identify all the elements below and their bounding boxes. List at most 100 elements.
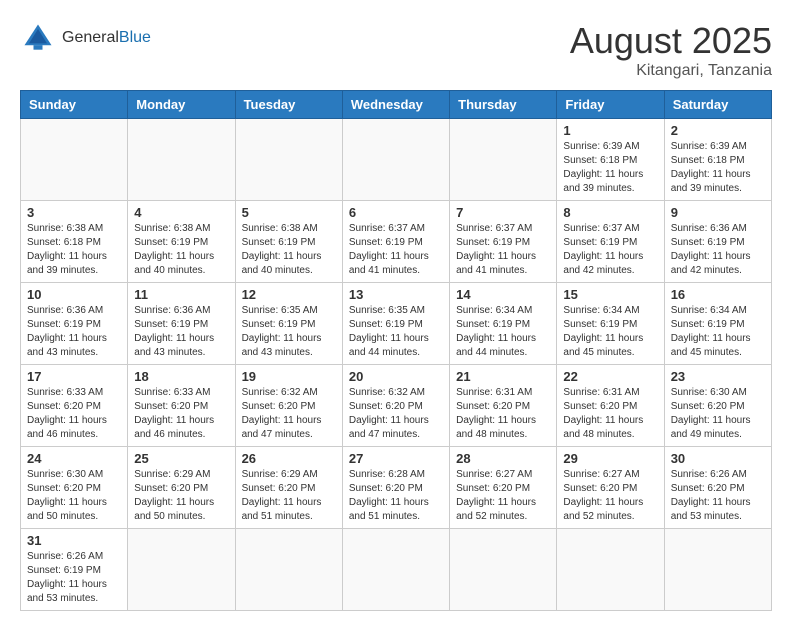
calendar-body: 1 Sunrise: 6:39 AMSunset: 6:18 PMDaylight… xyxy=(21,119,772,611)
day-info: Sunrise: 6:39 AMSunset: 6:18 PMDaylight:… xyxy=(671,140,765,196)
day-number: 22 xyxy=(563,369,657,384)
calendar-cell xyxy=(128,529,235,611)
calendar-cell: 28Sunrise: 6:27 AMSunset: 6:20 PMDayligh… xyxy=(450,447,557,529)
day-info: Sunrise: 6:27 AMSunset: 6:20 PMDaylight:… xyxy=(456,468,550,524)
day-number: 23 xyxy=(671,369,765,384)
day-info: Sunrise: 6:32 AMSunset: 6:20 PMDaylight:… xyxy=(349,386,443,442)
calendar-cell: 21 Sunrise: 6:31 AMSunset: 6:20 PMDayligh… xyxy=(450,365,557,447)
day-info: Sunrise: 6:34 AMSunset: 6:19 PMDaylight:… xyxy=(456,304,550,360)
day-number: 20 xyxy=(349,369,443,384)
calendar-cell: 8Sunrise: 6:37 AMSunset: 6:19 PMDaylight… xyxy=(557,201,664,283)
day-info: Sunrise: 6:36 AMSunset: 6:19 PMDaylight:… xyxy=(671,222,765,278)
logo-text: GeneralBlue xyxy=(62,29,151,47)
calendar-table: SundayMondayTuesdayWednesdayThursdayFrid… xyxy=(20,90,772,611)
calendar-cell: 7Sunrise: 6:37 AMSunset: 6:19 PMDaylight… xyxy=(450,201,557,283)
day-info: Sunrise: 6:27 AMSunset: 6:20 PMDaylight:… xyxy=(563,468,657,524)
calendar-header: SundayMondayTuesdayWednesdayThursdayFrid… xyxy=(21,91,772,119)
calendar-cell: 23 Sunrise: 6:30 AMSunset: 6:20 PMDayligh… xyxy=(664,365,771,447)
day-number: 21 xyxy=(456,369,550,384)
day-info: Sunrise: 6:30 AMSunset: 6:20 PMDaylight:… xyxy=(27,468,121,524)
day-info: Sunrise: 6:26 AMSunset: 6:19 PMDaylight:… xyxy=(27,550,121,606)
logo-general-text: General xyxy=(62,29,119,46)
calendar-cell: 6Sunrise: 6:37 AMSunset: 6:19 PMDaylight… xyxy=(342,201,449,283)
calendar-week-row: 3 Sunrise: 6:38 AMSunset: 6:18 PMDaylight… xyxy=(21,201,772,283)
day-number: 12 xyxy=(242,287,336,302)
calendar-cell xyxy=(450,529,557,611)
calendar-cell: 13 Sunrise: 6:35 AMSunset: 6:19 PMDayligh… xyxy=(342,283,449,365)
calendar-week-row: 31 Sunrise: 6:26 AMSunset: 6:19 PMDayligh… xyxy=(21,529,772,611)
calendar-cell: 5Sunrise: 6:38 AMSunset: 6:19 PMDaylight… xyxy=(235,201,342,283)
calendar-cell: 1 Sunrise: 6:39 AMSunset: 6:18 PMDaylight… xyxy=(557,119,664,201)
day-info: Sunrise: 6:32 AMSunset: 6:20 PMDaylight:… xyxy=(242,386,336,442)
day-info: Sunrise: 6:33 AMSunset: 6:20 PMDaylight:… xyxy=(27,386,121,442)
day-info: Sunrise: 6:38 AMSunset: 6:18 PMDaylight:… xyxy=(27,222,121,278)
logo-blue-text: Blue xyxy=(119,29,151,46)
title-block: August 2025 Kitangari, Tanzania xyxy=(570,20,772,80)
calendar-cell: 15Sunrise: 6:34 AMSunset: 6:19 PMDayligh… xyxy=(557,283,664,365)
calendar-cell: 18Sunrise: 6:33 AMSunset: 6:20 PMDayligh… xyxy=(128,365,235,447)
day-number: 13 xyxy=(349,287,443,302)
day-number: 6 xyxy=(349,205,443,220)
day-number: 1 xyxy=(563,123,657,138)
month-title: August 2025 xyxy=(570,20,772,62)
day-info: Sunrise: 6:34 AMSunset: 6:19 PMDaylight:… xyxy=(671,304,765,360)
day-info: Sunrise: 6:31 AMSunset: 6:20 PMDaylight:… xyxy=(456,386,550,442)
day-info: Sunrise: 6:30 AMSunset: 6:20 PMDaylight:… xyxy=(671,386,765,442)
day-number: 25 xyxy=(134,451,228,466)
day-info: Sunrise: 6:36 AMSunset: 6:19 PMDaylight:… xyxy=(134,304,228,360)
day-number: 11 xyxy=(134,287,228,302)
calendar-cell: 27 Sunrise: 6:28 AMSunset: 6:20 PMDayligh… xyxy=(342,447,449,529)
day-number: 3 xyxy=(27,205,121,220)
weekday-header-tuesday: Tuesday xyxy=(235,91,342,119)
calendar-cell xyxy=(664,529,771,611)
day-info: Sunrise: 6:26 AMSunset: 6:20 PMDaylight:… xyxy=(671,468,765,524)
calendar-cell xyxy=(450,119,557,201)
day-number: 4 xyxy=(134,205,228,220)
weekday-header-sunday: Sunday xyxy=(21,91,128,119)
day-info: Sunrise: 6:34 AMSunset: 6:19 PMDaylight:… xyxy=(563,304,657,360)
day-info: Sunrise: 6:37 AMSunset: 6:19 PMDaylight:… xyxy=(456,222,550,278)
day-number: 17 xyxy=(27,369,121,384)
day-info: Sunrise: 6:31 AMSunset: 6:20 PMDaylight:… xyxy=(563,386,657,442)
day-info: Sunrise: 6:38 AMSunset: 6:19 PMDaylight:… xyxy=(242,222,336,278)
day-number: 10 xyxy=(27,287,121,302)
calendar-cell: 24 Sunrise: 6:30 AMSunset: 6:20 PMDayligh… xyxy=(21,447,128,529)
day-info: Sunrise: 6:28 AMSunset: 6:20 PMDaylight:… xyxy=(349,468,443,524)
day-info: Sunrise: 6:36 AMSunset: 6:19 PMDaylight:… xyxy=(27,304,121,360)
day-info: Sunrise: 6:33 AMSunset: 6:20 PMDaylight:… xyxy=(134,386,228,442)
day-info: Sunrise: 6:39 AMSunset: 6:18 PMDaylight:… xyxy=(563,140,657,196)
calendar-cell: 12 Sunrise: 6:35 AMSunset: 6:19 PMDayligh… xyxy=(235,283,342,365)
day-info: Sunrise: 6:35 AMSunset: 6:19 PMDaylight:… xyxy=(242,304,336,360)
day-number: 24 xyxy=(27,451,121,466)
calendar-week-row: 17 Sunrise: 6:33 AMSunset: 6:20 PMDayligh… xyxy=(21,365,772,447)
calendar-cell: 2 Sunrise: 6:39 AMSunset: 6:18 PMDaylight… xyxy=(664,119,771,201)
day-info: Sunrise: 6:38 AMSunset: 6:19 PMDaylight:… xyxy=(134,222,228,278)
calendar-cell: 29 Sunrise: 6:27 AMSunset: 6:20 PMDayligh… xyxy=(557,447,664,529)
calendar-cell: 22 Sunrise: 6:31 AMSunset: 6:20 PMDayligh… xyxy=(557,365,664,447)
calendar-cell xyxy=(235,119,342,201)
calendar-cell: 11 Sunrise: 6:36 AMSunset: 6:19 PMDayligh… xyxy=(128,283,235,365)
day-number: 2 xyxy=(671,123,765,138)
calendar-cell: 25Sunrise: 6:29 AMSunset: 6:20 PMDayligh… xyxy=(128,447,235,529)
logo-icon xyxy=(20,20,56,56)
calendar-cell: 30 Sunrise: 6:26 AMSunset: 6:20 PMDayligh… xyxy=(664,447,771,529)
weekday-header-wednesday: Wednesday xyxy=(342,91,449,119)
day-number: 16 xyxy=(671,287,765,302)
day-number: 29 xyxy=(563,451,657,466)
calendar-cell: 4 Sunrise: 6:38 AMSunset: 6:19 PMDaylight… xyxy=(128,201,235,283)
calendar-week-row: 1 Sunrise: 6:39 AMSunset: 6:18 PMDaylight… xyxy=(21,119,772,201)
weekday-header-thursday: Thursday xyxy=(450,91,557,119)
day-number: 31 xyxy=(27,533,121,548)
day-info: Sunrise: 6:29 AMSunset: 6:20 PMDaylight:… xyxy=(242,468,336,524)
calendar-cell xyxy=(128,119,235,201)
calendar-cell: 20 Sunrise: 6:32 AMSunset: 6:20 PMDayligh… xyxy=(342,365,449,447)
weekday-header-monday: Monday xyxy=(128,91,235,119)
day-number: 8 xyxy=(563,205,657,220)
day-number: 30 xyxy=(671,451,765,466)
day-info: Sunrise: 6:35 AMSunset: 6:19 PMDaylight:… xyxy=(349,304,443,360)
calendar-cell xyxy=(557,529,664,611)
calendar-cell: 3 Sunrise: 6:38 AMSunset: 6:18 PMDaylight… xyxy=(21,201,128,283)
day-number: 14 xyxy=(456,287,550,302)
calendar-cell xyxy=(235,529,342,611)
day-number: 27 xyxy=(349,451,443,466)
